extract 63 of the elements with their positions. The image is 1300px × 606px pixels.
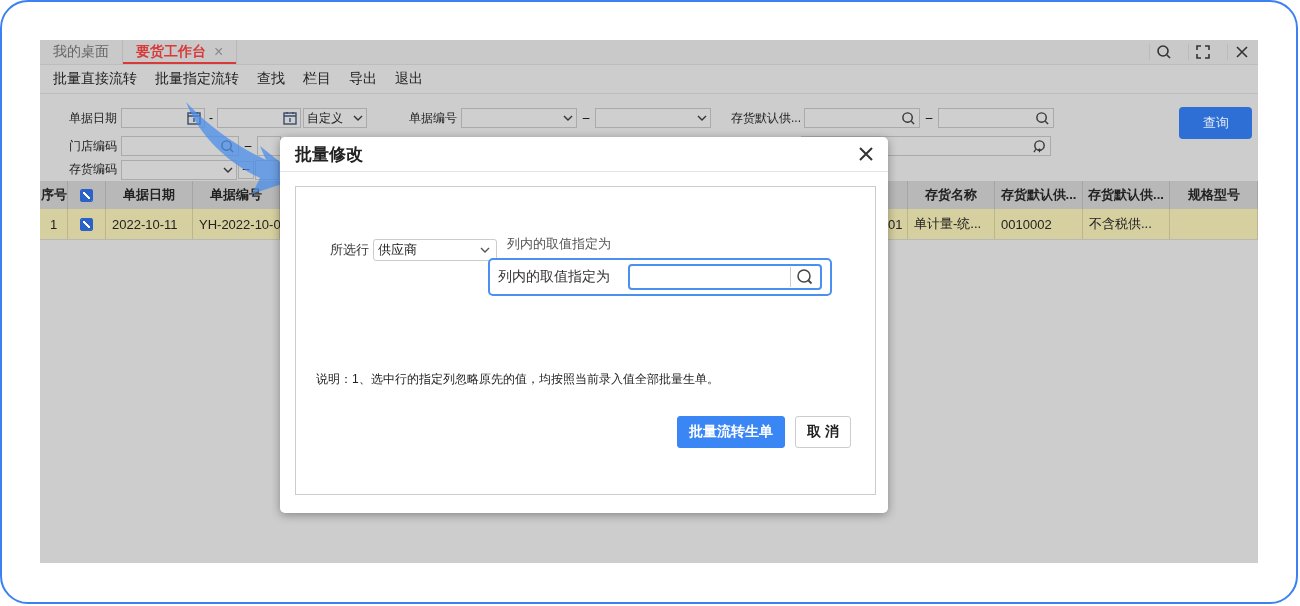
select-field[interactable] [595,108,711,128]
date-field[interactable] [121,108,205,128]
select-field[interactable] [461,108,577,128]
header-cell: 存货默认供... [995,181,1083,209]
header-cell: 序号 [40,181,68,209]
search-field[interactable] [257,136,281,156]
search-icon[interactable] [796,268,814,286]
search-field[interactable] [628,264,822,290]
header-cell: 存货名称 [908,181,995,209]
chevron-icon [563,115,573,121]
range-select[interactable]: 自定义 [303,108,367,128]
field-label: 门店编码 [68,137,117,155]
search-icon[interactable] [1149,44,1172,60]
search-field[interactable] [938,108,1054,128]
fullscreen-icon[interactable] [1188,44,1211,60]
chevron-icon [223,166,233,173]
field-label: 存货编码 [68,161,117,178]
field-label: 单据日期 [68,109,117,127]
field-label: 列内的取值指定为 [498,268,610,286]
header-cell: 存货默认供... [1083,181,1170,209]
date-field[interactable] [217,108,301,128]
field-label: 所选行 [330,241,369,259]
toolbar-button[interactable]: 退出 [386,70,432,88]
close-icon[interactable] [1227,44,1250,60]
toolbar-button[interactable]: 批量指定流转 [146,70,248,88]
toolbar-button[interactable]: 导出 [340,70,386,88]
field-label: 单据编号 [408,109,457,127]
range-separator: – [243,139,253,153]
search-plus-icon[interactable] [1032,138,1047,154]
table-cell: 单计量-统... [908,209,995,239]
field-label: 列内的取值指定为 [507,235,611,253]
field-label: 存货默认供... [730,109,801,127]
dialog-title: 批量修改 [295,143,363,166]
toolbar-button[interactable]: 批量直接流转 [44,70,146,88]
note-text: 说明：1、选中行的指定列忽略原先的值，均按照当前录入值全部批量生单。 [316,371,720,388]
header-cell: 单据日期 [106,181,193,209]
search-icon[interactable] [1035,110,1050,126]
checkbox[interactable] [80,188,93,202]
table-cell: 1 [40,209,68,239]
query-button[interactable]: 查询 [1179,107,1252,139]
toolbar-button[interactable]: 栏目 [294,70,340,88]
search-field[interactable] [804,108,920,128]
select-field[interactable] [121,159,237,180]
toolbar-button[interactable]: 查找 [248,70,294,88]
range-separator: – [924,111,934,125]
chevron-icon [480,247,490,253]
checkbox[interactable] [80,217,93,231]
range-separator: - [208,111,214,125]
chevron-icon [353,115,363,121]
table-cell: 0010002 [995,209,1083,239]
close-icon[interactable] [858,146,874,162]
cancel-button[interactable]: 取 消 [795,416,851,448]
calendar-icon[interactable] [283,111,297,125]
chevron-icon [697,115,707,121]
column-select[interactable]: 供应商 [373,239,497,261]
tab[interactable]: 我的桌面 [40,40,123,64]
submit-button[interactable]: 批量流转生单 [677,416,786,448]
range-separator: – [581,111,591,125]
table-cell: 2022-10-11 [106,209,193,239]
header-cell: 规格型号 [1170,181,1258,209]
search-icon[interactable] [901,110,916,126]
table-cell: 不含税供... [1083,209,1170,239]
header-cell: 单据编号 [193,181,280,209]
